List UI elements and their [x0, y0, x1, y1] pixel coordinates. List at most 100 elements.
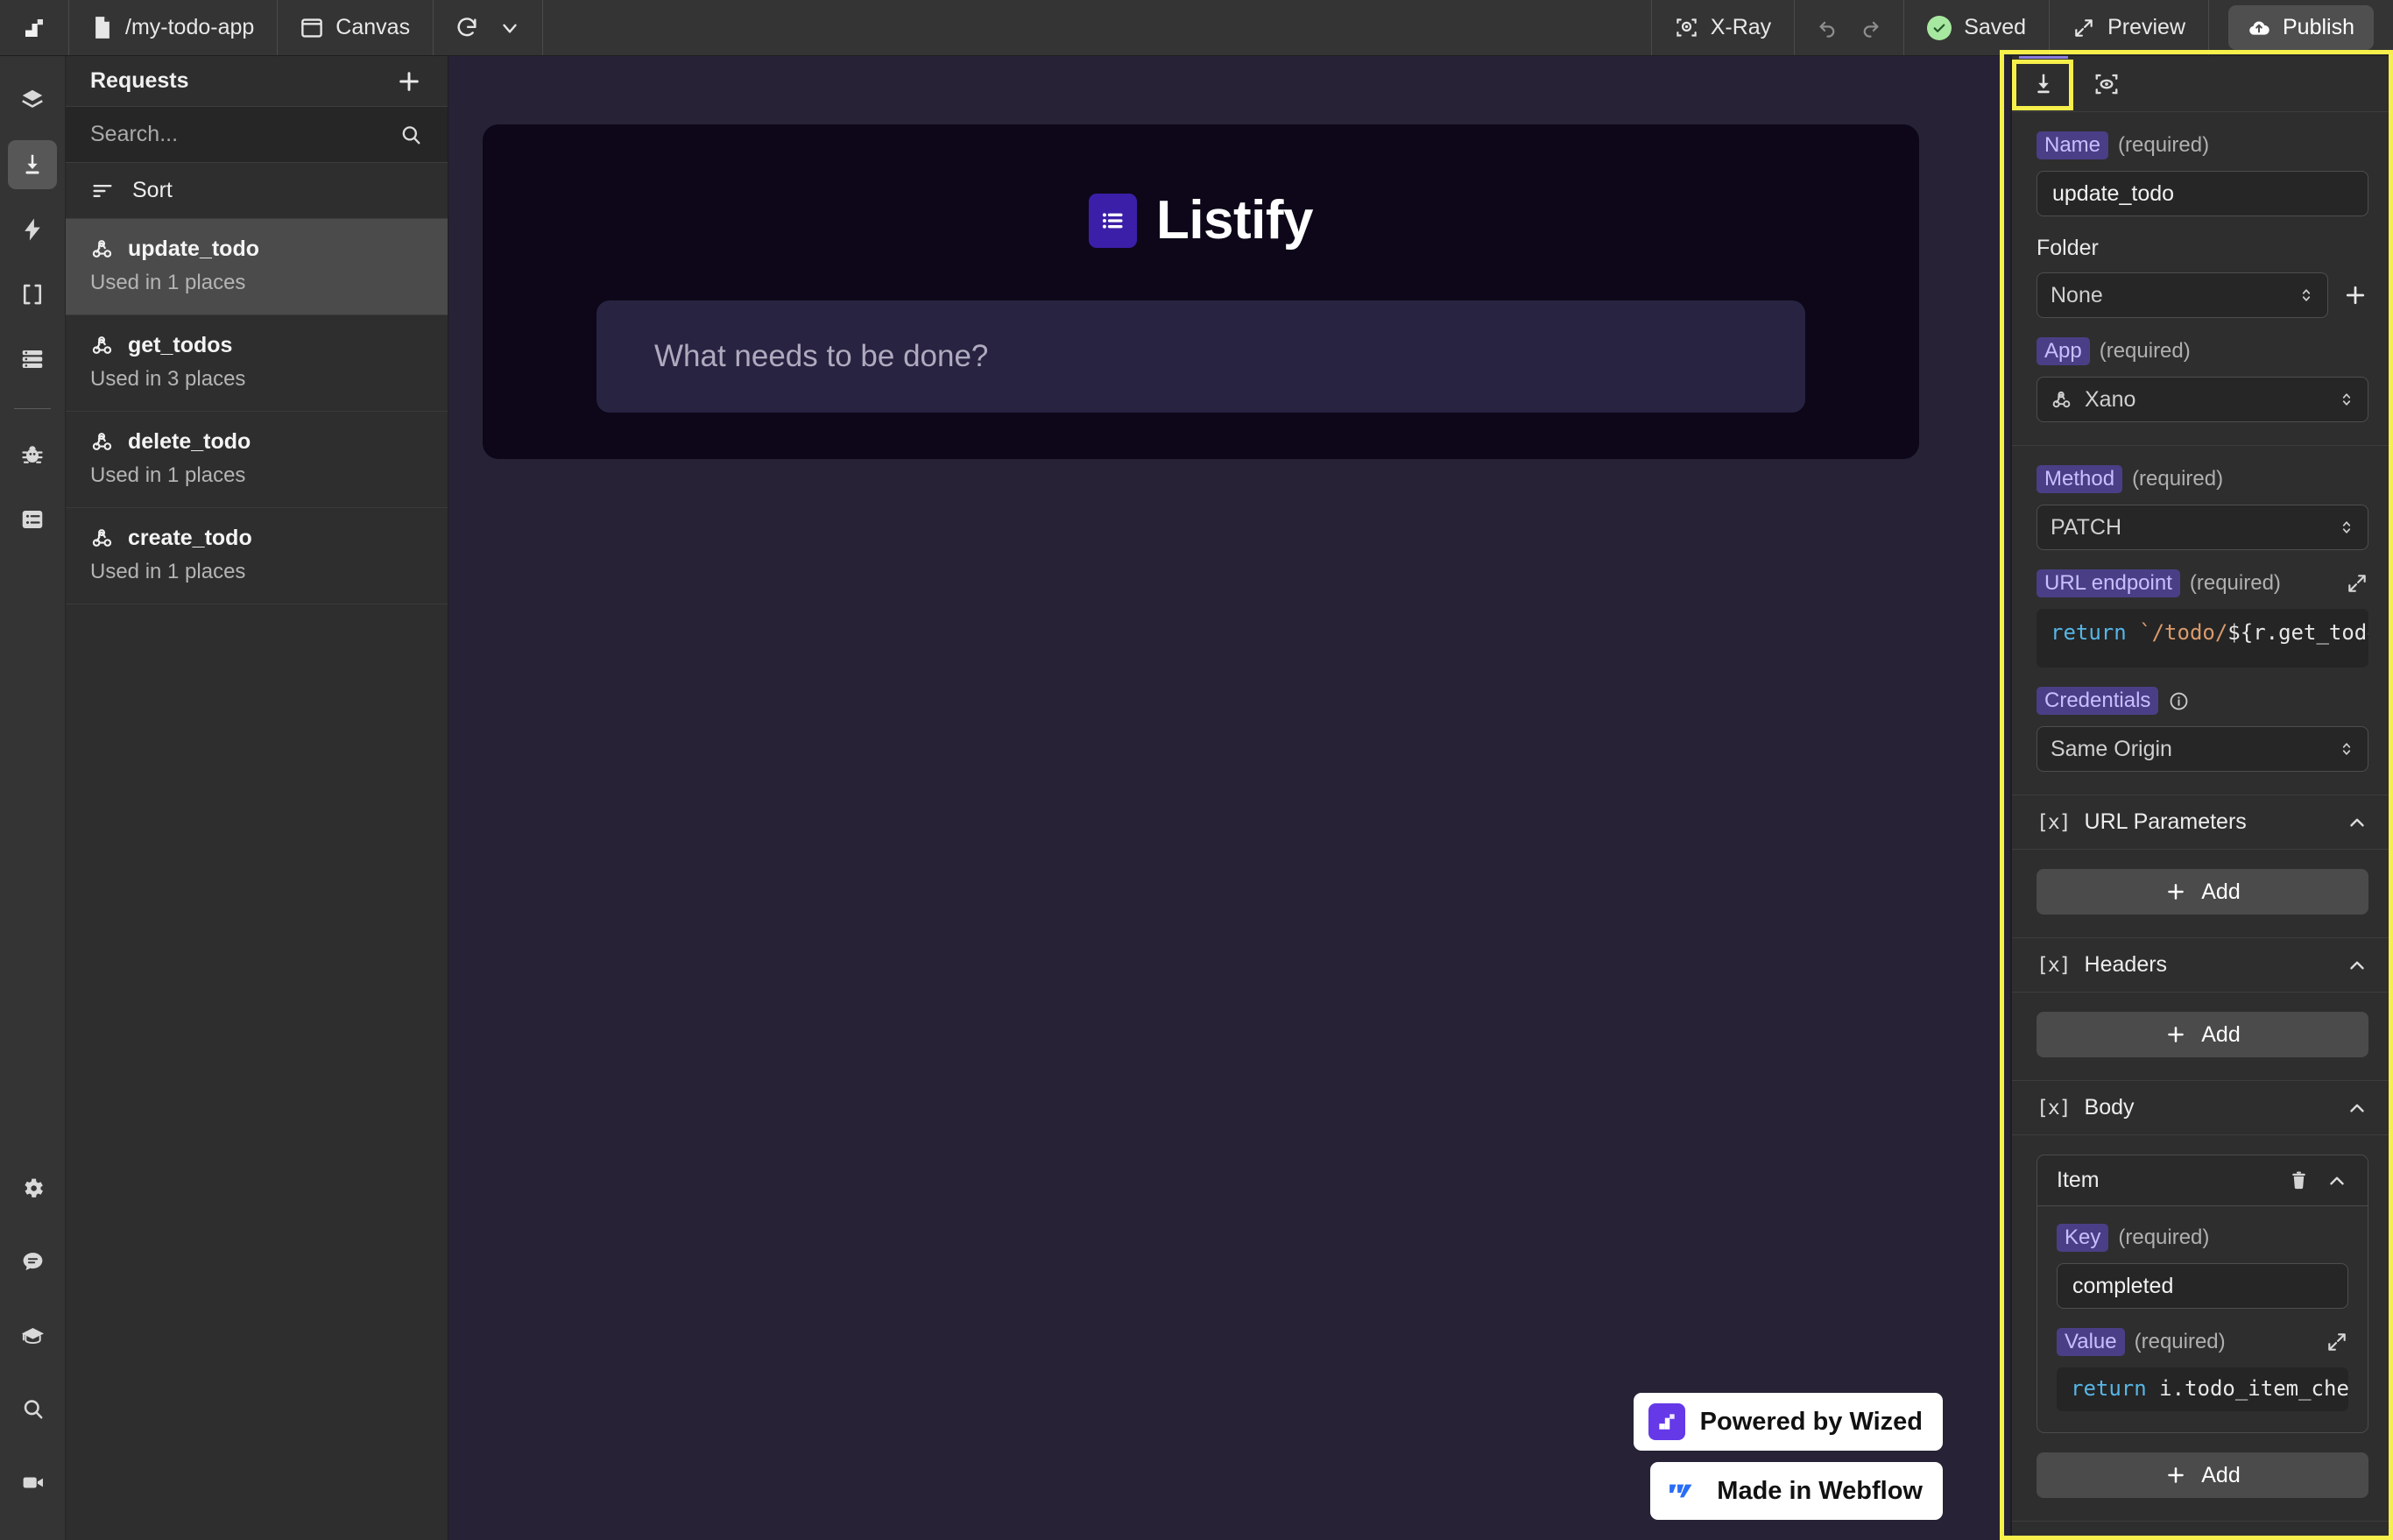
rail-item-video[interactable]	[8, 1458, 57, 1507]
rail-item-events[interactable]	[8, 205, 57, 254]
layers-icon	[19, 87, 46, 113]
expand-icon[interactable]	[2326, 1331, 2348, 1353]
tab-response-preview[interactable]	[2075, 56, 2138, 111]
webhook-icon	[90, 334, 114, 357]
add-folder-button[interactable]	[2342, 282, 2368, 308]
headers-section-header[interactable]: [x] Headers	[2012, 938, 2393, 993]
chevron-down-icon[interactable]	[498, 17, 521, 39]
name-input[interactable]: update_todo	[2037, 171, 2368, 216]
publish-button[interactable]: Publish	[2228, 5, 2374, 50]
video-camera-icon	[20, 1470, 46, 1495]
section-method-url: Method (required) PATCH URL endpoint (re…	[2012, 446, 2393, 795]
variable-brackets-icon: [x]	[2037, 953, 2072, 977]
body-section-body: Item Key (required) completed Value (req…	[2012, 1135, 2393, 1522]
powered-by-wized-badge[interactable]: Powered by Wized	[1633, 1393, 1943, 1451]
info-icon[interactable]	[2168, 690, 2190, 712]
url-parameters-section-header[interactable]: [x] URL Parameters	[2012, 795, 2393, 850]
request-list-item-delete-todo[interactable]: delete_todo Used in 1 places	[66, 412, 448, 508]
rail-item-requests[interactable]	[8, 140, 57, 189]
document-icon	[92, 16, 113, 39]
chevron-up-icon[interactable]	[2346, 811, 2368, 834]
search-icon[interactable]	[399, 123, 423, 147]
chevron-up-icon[interactable]	[2326, 1169, 2348, 1192]
request-usage: Used in 1 places	[90, 560, 246, 583]
search-input[interactable]	[90, 122, 379, 147]
preview-button[interactable]: Preview	[2050, 0, 2209, 55]
chevron-up-icon[interactable]	[2346, 1097, 2368, 1120]
canvas-viewport[interactable]: Listify What needs to be done? Powered b…	[448, 56, 2010, 1540]
headers-section-body: Add	[2012, 993, 2393, 1081]
method-field-label-row: Method (required)	[2037, 465, 2368, 493]
canvas-tab[interactable]: Canvas	[278, 0, 434, 55]
chevron-up-icon[interactable]	[2346, 954, 2368, 977]
graduation-cap-icon	[20, 1323, 46, 1348]
folder-select[interactable]: None	[2037, 272, 2328, 318]
rail-item-chat[interactable]	[8, 1237, 57, 1286]
select-caret-icon	[2339, 516, 2354, 539]
request-name: update_todo	[128, 237, 259, 261]
app-select[interactable]: Xano	[2037, 377, 2368, 422]
rail-item-debug[interactable]	[8, 430, 57, 479]
method-select[interactable]: PATCH	[2037, 505, 2368, 550]
requests-upload-icon	[19, 152, 46, 178]
request-list-item-get-todos[interactable]: get_todos Used in 3 places	[66, 315, 448, 412]
add-header-button[interactable]: Add	[2037, 1012, 2368, 1057]
tab-request-config[interactable]	[2012, 56, 2075, 111]
xray-button[interactable]: X-Ray	[1652, 0, 1796, 55]
project-path-button[interactable]: /my-todo-app	[69, 0, 279, 55]
rail-item-variables[interactable]	[8, 270, 57, 319]
url-code-editor[interactable]: return `/todo/${r.get_todos.da	[2037, 609, 2368, 668]
key-input[interactable]: completed	[2057, 1263, 2348, 1309]
rail-item-settings[interactable]	[8, 1163, 57, 1212]
value-field-label-row: Value (required)	[2057, 1328, 2348, 1356]
made-in-webflow-badge[interactable]: Made in Webflow	[1650, 1462, 1943, 1520]
publish-label: Publish	[2283, 15, 2354, 39]
powered-by-wized-label: Powered by Wized	[1699, 1407, 1923, 1436]
value-code-editor[interactable]: return i.todo_item_checkbo	[2057, 1367, 2348, 1411]
rail-item-logs[interactable]	[8, 495, 57, 544]
body-section-header[interactable]: [x] Body	[2012, 1081, 2393, 1135]
trash-icon[interactable]	[2288, 1169, 2310, 1191]
request-list-item-update-todo[interactable]: update_todo Used in 1 places	[66, 219, 448, 315]
request-name: delete_todo	[128, 429, 251, 454]
logs-list-icon	[19, 506, 46, 533]
redo-icon[interactable]	[1859, 16, 1882, 39]
wized-logo-button[interactable]	[0, 0, 69, 55]
plus-icon	[2164, 1464, 2187, 1487]
rail-item-academy[interactable]	[8, 1310, 57, 1360]
expand-icon[interactable]	[2346, 572, 2368, 595]
rail-item-search[interactable]	[8, 1384, 57, 1433]
folder-select-value: None	[2051, 282, 2103, 307]
website-preview-card[interactable]: Listify What needs to be done?	[483, 124, 1919, 459]
sort-icon	[90, 179, 115, 203]
body-item-header[interactable]: Item	[2037, 1155, 2368, 1206]
url-code-expression: ${r.get_todos.da	[2227, 620, 2368, 645]
wized-logo-icon	[21, 15, 47, 41]
url-field-chip: URL endpoint	[2037, 569, 2180, 597]
key-field-chip: Key	[2057, 1224, 2109, 1252]
refresh-icon[interactable]	[455, 16, 479, 40]
name-field-label-row: Name (required)	[2037, 131, 2368, 159]
rail-item-layers[interactable]	[8, 75, 57, 124]
add-url-parameter-button[interactable]: Add	[2037, 869, 2368, 915]
todo-input-field[interactable]: What needs to be done?	[596, 300, 1805, 413]
add-request-button[interactable]	[395, 67, 423, 95]
request-usage: Used in 1 places	[90, 271, 246, 294]
inspector-tabs	[2012, 56, 2393, 112]
undo-icon[interactable]	[1816, 16, 1839, 39]
sort-row[interactable]: Sort	[66, 163, 448, 219]
add-body-item-button[interactable]: Add	[2037, 1452, 2368, 1498]
credentials-field-label-row: Credentials	[2037, 687, 2368, 715]
credentials-select[interactable]: Same Origin	[2037, 726, 2368, 772]
requests-panel: Requests Sort	[66, 56, 448, 1540]
name-field-chip: Name	[2037, 131, 2109, 159]
request-list-item-create-todo[interactable]: create_todo Used in 1 places	[66, 508, 448, 604]
rail-item-database[interactable]	[8, 335, 57, 384]
select-caret-icon	[2298, 284, 2314, 307]
value-code-keyword: return	[2071, 1376, 2147, 1401]
body-item-card: Item Key (required) completed Value (req…	[2037, 1155, 2368, 1433]
search-icon	[20, 1396, 46, 1422]
name-required-tag: (required)	[2118, 133, 2210, 157]
expand-arrows-icon	[2072, 17, 2095, 39]
request-usage: Used in 3 places	[90, 367, 246, 391]
